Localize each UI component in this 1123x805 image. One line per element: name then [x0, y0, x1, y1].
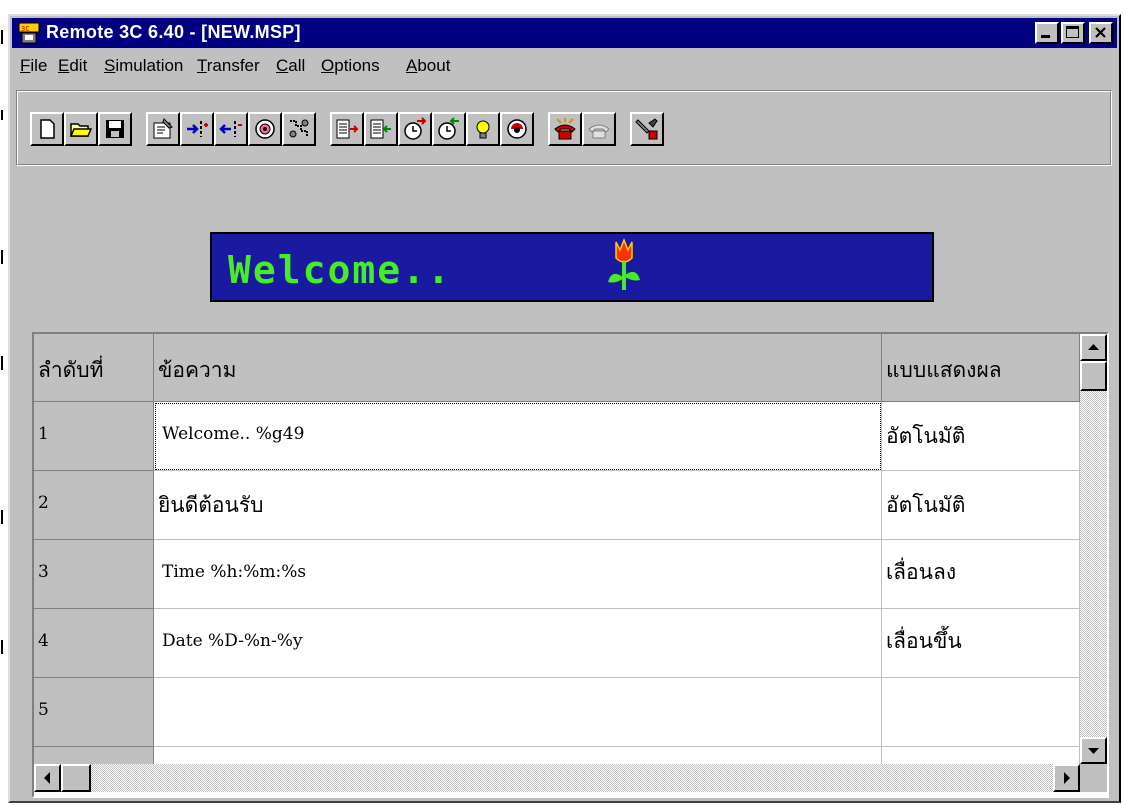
- delete-row-icon: [219, 121, 242, 137]
- connect-icon: [289, 119, 309, 138]
- app-icon: 3C: [18, 22, 40, 44]
- row-index[interactable]: 1: [34, 402, 154, 471]
- receive-file-icon: [370, 119, 391, 139]
- toolbar: [16, 90, 1112, 166]
- save-button[interactable]: [98, 112, 132, 146]
- header-message[interactable]: ข้อความ: [154, 334, 882, 402]
- display-mode-cell[interactable]: [882, 747, 1080, 764]
- save-icon: [106, 120, 124, 138]
- background-window-edge: [0, 0, 8, 805]
- close-button[interactable]: [1089, 22, 1113, 44]
- open-button[interactable]: [64, 112, 98, 146]
- title-bar[interactable]: 3C Remote 3C 6.40 - [NEW.MSP]: [12, 18, 1117, 48]
- monitor-button[interactable]: [500, 112, 534, 146]
- message-cell[interactable]: Date %D-%n-%y: [154, 609, 882, 678]
- get-time-icon: [438, 117, 459, 140]
- message-cell[interactable]: [154, 678, 882, 747]
- settings-button[interactable]: [630, 112, 664, 146]
- menu-edit[interactable]: Edit: [58, 56, 87, 76]
- receive-file-button[interactable]: [364, 112, 398, 146]
- minimize-button[interactable]: [1035, 22, 1059, 44]
- hangup-icon: [588, 124, 610, 139]
- brightness-icon: [476, 120, 490, 139]
- maximize-icon: [1066, 26, 1079, 38]
- scroll-up-button[interactable]: [1080, 334, 1107, 361]
- menu-transfer[interactable]: Transfer: [197, 56, 260, 76]
- display-mode-cell[interactable]: เลื่อนขึ้น: [882, 609, 1080, 678]
- horizontal-scroll-thumb[interactable]: [61, 764, 91, 792]
- arrow-down-icon: [1088, 748, 1099, 754]
- header-index[interactable]: ลำดับที่: [34, 334, 154, 402]
- new-button[interactable]: [30, 112, 64, 146]
- display-mode-cell[interactable]: [882, 678, 1080, 747]
- scrollbar-corner: [1080, 764, 1107, 792]
- horizontal-scrollbar[interactable]: [34, 764, 1080, 792]
- vertical-scrollbar[interactable]: [1080, 334, 1107, 764]
- properties-button[interactable]: [146, 112, 180, 146]
- menu-bar: File Edit Simulation Transfer Call Optio…: [12, 50, 1117, 80]
- display-mode-cell[interactable]: อัตโนมัติ: [882, 471, 1080, 540]
- display-mode-cell[interactable]: เลื่อนลง: [882, 540, 1080, 609]
- set-time-icon: [404, 117, 427, 140]
- message-cell[interactable]: Welcome.. %g49: [154, 402, 882, 471]
- get-time-button[interactable]: [432, 112, 466, 146]
- scroll-down-button[interactable]: [1080, 737, 1107, 764]
- maximize-button[interactable]: [1061, 22, 1085, 44]
- row-index[interactable]: 4: [34, 609, 154, 678]
- message-table: ลำดับที่ ข้อความ แบบแสดงผล 1 Welcome.. %…: [32, 332, 1109, 798]
- menu-file[interactable]: File: [20, 56, 47, 76]
- row-index[interactable]: [34, 747, 154, 764]
- banner-text: Welcome..: [228, 248, 452, 292]
- header-display-mode[interactable]: แบบแสดงผล: [882, 334, 1080, 402]
- row-index[interactable]: 2: [34, 471, 154, 540]
- tulip-icon: [608, 238, 640, 290]
- properties-icon: [153, 118, 173, 139]
- monitor-icon: [507, 119, 527, 139]
- send-file-icon: [336, 119, 359, 139]
- open-folder-icon: [69, 123, 93, 137]
- menu-options[interactable]: Options: [321, 56, 380, 76]
- minimize-icon: [1041, 35, 1050, 38]
- row-index[interactable]: 5: [34, 678, 154, 747]
- arrow-up-icon: [1088, 344, 1099, 350]
- preview-icon: [255, 119, 275, 139]
- insert-row-icon: [187, 121, 208, 137]
- arrow-right-icon: [1064, 772, 1070, 784]
- brightness-button[interactable]: [466, 112, 500, 146]
- delete-row-button[interactable]: [214, 112, 248, 146]
- dial-button[interactable]: [548, 112, 582, 146]
- vertical-scroll-thumb[interactable]: [1080, 361, 1107, 391]
- window-title: Remote 3C 6.40 - [NEW.MSP]: [46, 22, 301, 42]
- scroll-right-button[interactable]: [1053, 764, 1080, 792]
- row-index[interactable]: 3: [34, 540, 154, 609]
- menu-call[interactable]: Call: [276, 56, 305, 76]
- settings-icon: [635, 118, 658, 140]
- close-icon: [1095, 27, 1106, 38]
- svg-text:3C: 3C: [21, 25, 29, 33]
- display-mode-cell[interactable]: อัตโนมัติ: [882, 402, 1080, 471]
- message-cell[interactable]: Time %h:%m:%s: [154, 540, 882, 609]
- message-cell[interactable]: [154, 747, 882, 764]
- arrow-left-icon: [44, 772, 50, 784]
- preview-button[interactable]: [248, 112, 282, 146]
- insert-row-button[interactable]: [180, 112, 214, 146]
- menu-about[interactable]: About: [406, 56, 450, 76]
- hangup-button[interactable]: [582, 112, 616, 146]
- led-preview-banner: Welcome..: [210, 232, 934, 302]
- message-cell[interactable]: ยินดีต้อนรับ: [154, 471, 882, 540]
- menu-simulation[interactable]: Simulation: [104, 56, 183, 76]
- connect-button[interactable]: [282, 112, 316, 146]
- scroll-left-button[interactable]: [34, 764, 61, 792]
- new-icon: [40, 119, 55, 139]
- set-time-button[interactable]: [398, 112, 432, 146]
- send-file-button[interactable]: [330, 112, 364, 146]
- main-window: 3C Remote 3C 6.40 - [NEW.MSP] File Edit …: [8, 14, 1121, 803]
- dial-icon: [554, 118, 576, 140]
